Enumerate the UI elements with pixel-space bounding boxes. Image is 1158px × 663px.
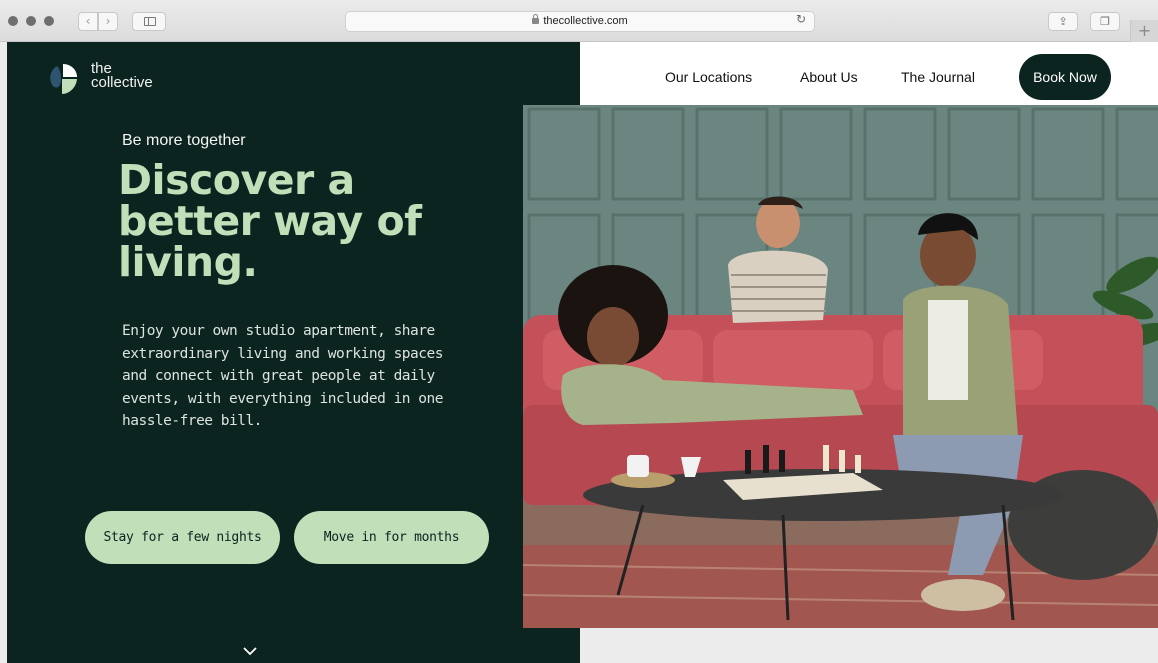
description-line-1: Enjoy your own studio apartment, share	[122, 323, 435, 339]
logo-line-2: collective	[91, 74, 153, 91]
move-in-months-button[interactable]: Move in for months	[294, 511, 489, 564]
back-icon[interactable]: ‹	[78, 12, 98, 31]
tabs-icon[interactable]: ❐	[1090, 12, 1120, 31]
chevron-down-icon[interactable]	[243, 646, 257, 656]
browser-toolbar: ‹ › thecollective.com ↻ ⇪ ❐ +	[0, 0, 1158, 42]
book-now-button[interactable]: Book Now	[1019, 54, 1111, 100]
logo-icon[interactable]	[49, 60, 77, 96]
minimize-window-button[interactable]	[26, 16, 36, 26]
plus-icon[interactable]: +	[1130, 20, 1158, 42]
description-line-3: and connect with great people at daily	[122, 368, 435, 384]
hero-photo	[523, 105, 1158, 628]
share-icon[interactable]: ⇪	[1048, 12, 1078, 31]
reload-icon[interactable]: ↻	[796, 12, 806, 26]
headline-line-2: better way of	[118, 197, 422, 245]
forward-icon[interactable]: ›	[98, 12, 118, 31]
headline-line-1: Discover a	[118, 156, 355, 204]
stay-few-nights-button[interactable]: Stay for a few nights	[85, 511, 280, 564]
lock-icon	[532, 14, 540, 24]
zoom-window-button[interactable]	[44, 16, 54, 26]
nav-our-locations[interactable]: Our Locations	[665, 69, 752, 85]
hero-description: Enjoy your own studio apartment, share e…	[122, 320, 462, 433]
website-page: the collective Our Locations About Us Th…	[7, 42, 1158, 663]
hero-tagline: Be more together	[122, 132, 246, 149]
description-line-4: events, with everything included in one	[122, 390, 443, 407]
address-bar[interactable]: thecollective.com ↻	[345, 11, 815, 32]
logo-wordmark[interactable]: the collective	[91, 61, 153, 91]
url-text: thecollective.com	[543, 15, 628, 27]
living-room-illustration	[523, 105, 1158, 628]
hero-headline: Discover a better way of living.	[118, 160, 518, 283]
sidebar-icon[interactable]	[132, 12, 166, 31]
nav-the-journal[interactable]: The Journal	[901, 69, 975, 85]
description-line-2: extraordinary living and working spaces	[122, 345, 443, 362]
close-window-button[interactable]	[8, 16, 18, 26]
description-line-5: hassle-free bill.	[122, 413, 262, 429]
nav-about-us[interactable]: About Us	[800, 69, 858, 85]
headline-line-3: living.	[118, 238, 258, 286]
